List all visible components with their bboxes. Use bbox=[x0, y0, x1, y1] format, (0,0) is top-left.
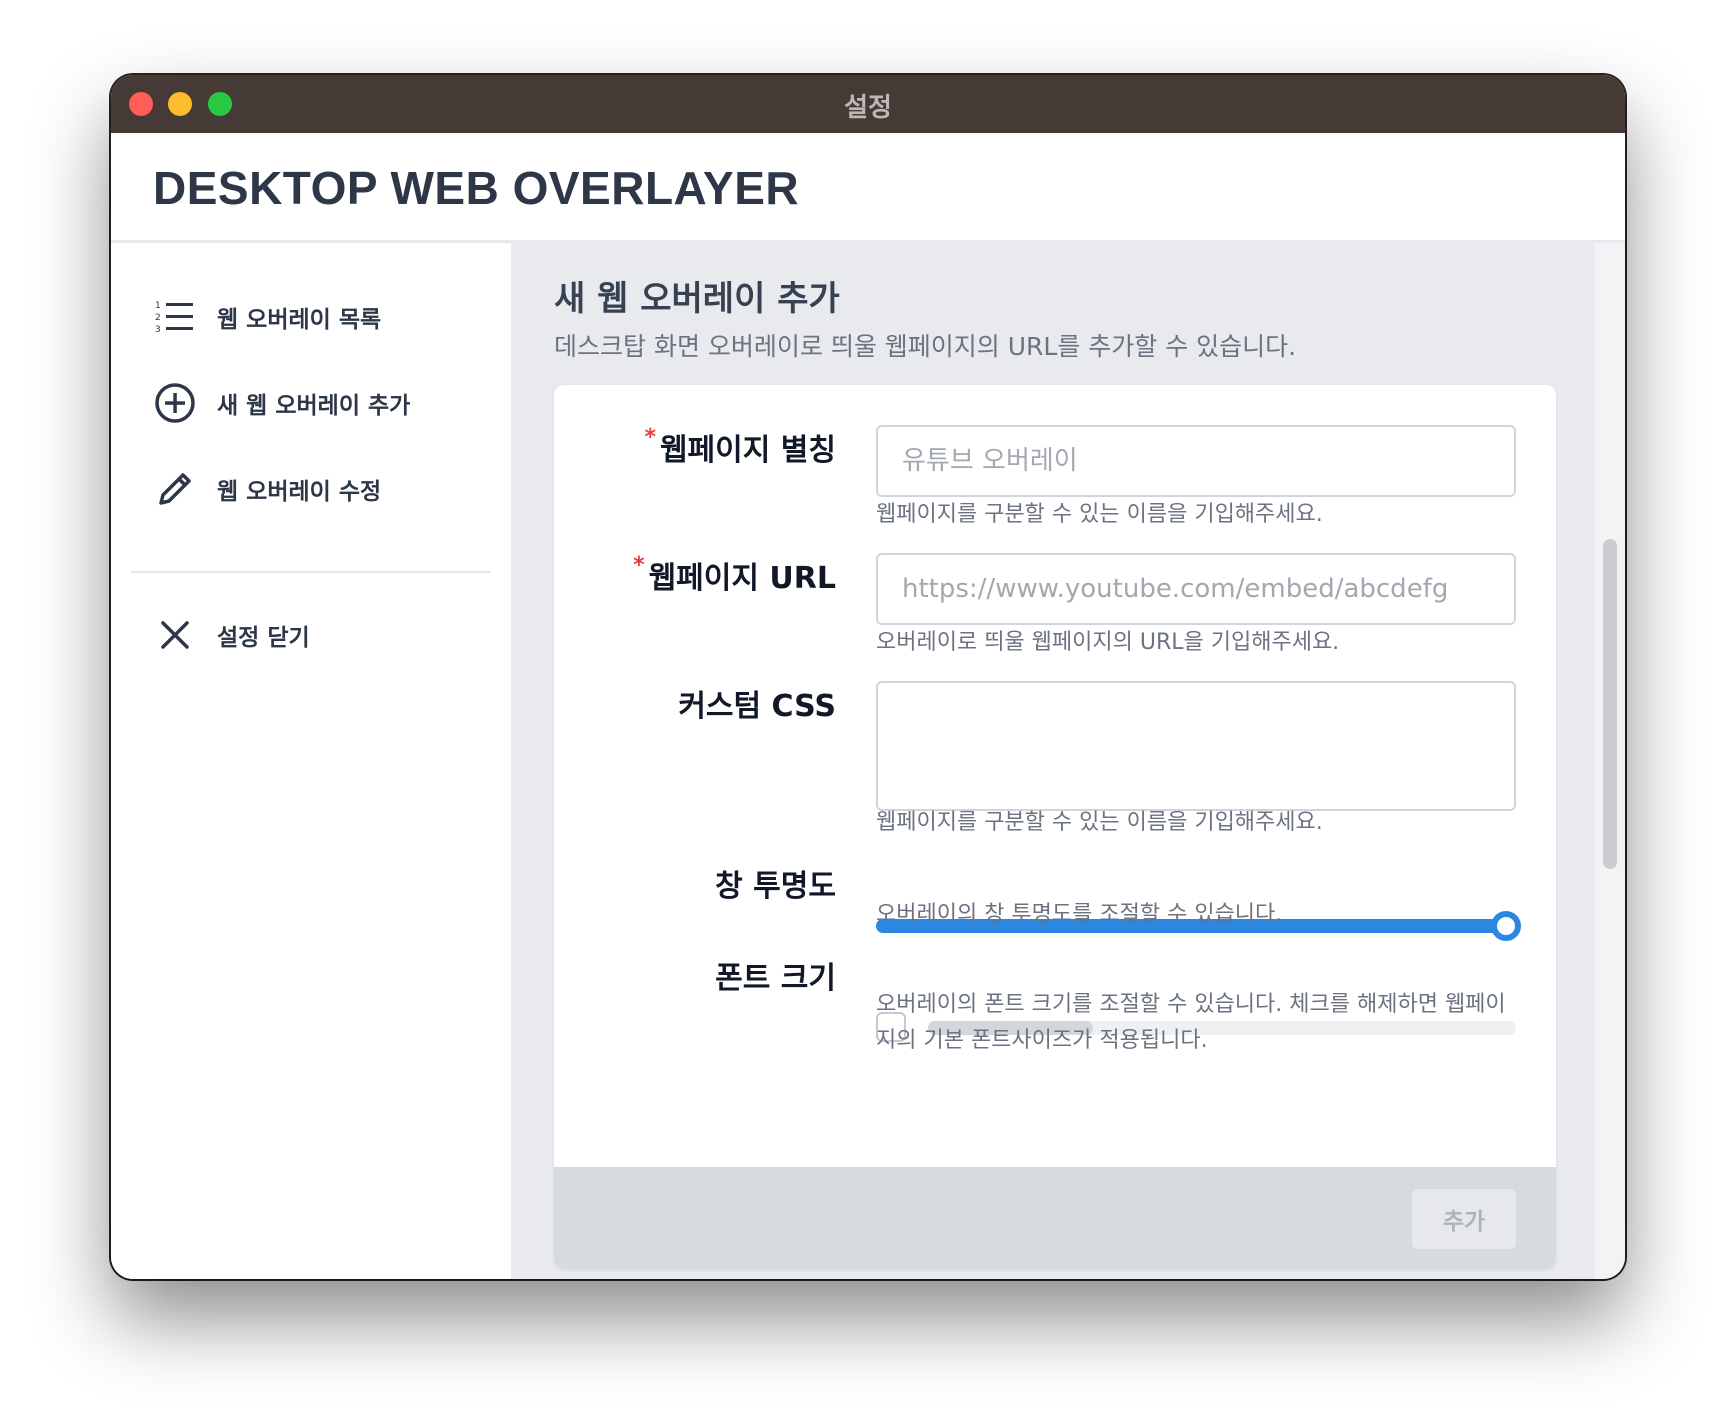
scrollbar-thumb[interactable] bbox=[1603, 539, 1617, 869]
scrollbar[interactable] bbox=[1595, 243, 1625, 1279]
alias-label: * 웹페이지 별칭 bbox=[644, 425, 836, 468]
sidebar-item-label: 웹 오버레이 목록 bbox=[217, 307, 382, 333]
opacity-label: 창 투명도 bbox=[715, 869, 836, 904]
pencil-icon bbox=[153, 467, 197, 511]
title-bar[interactable]: 설정 bbox=[111, 75, 1625, 133]
sidebar: 1 2 3 웹 오버레이 목록 새 웹 오버레이 추가 웹 오버레이 수정 설정… bbox=[111, 243, 511, 1279]
alias-input[interactable] bbox=[876, 425, 1516, 497]
custom-css-label: 커스텀 CSS bbox=[678, 689, 836, 724]
sidebar-item-overlay-list[interactable]: 1 2 3 웹 오버레이 목록 bbox=[153, 287, 493, 347]
add-overlay-form: *웹페이지 별칭 웹페이지를 구분할 수 있는 이름을 기입해주세요. *웹페이… bbox=[554, 385, 1556, 1269]
form-footer: 추가 bbox=[554, 1167, 1556, 1269]
sidebar-item-label: 설정 닫기 bbox=[217, 625, 310, 651]
settings-window: 설정 DESKTOP WEB OVERLAYER 1 2 3 웹 오버레이 목록 bbox=[111, 75, 1625, 1279]
app-brand: DESKTOP WEB OVERLAYER bbox=[153, 162, 800, 214]
svg-text:2: 2 bbox=[155, 313, 161, 323]
url-help: 오버레이로 띄울 웹페이지의 URL을 기입해주세요. bbox=[876, 630, 1340, 655]
url-label: * 웹페이지 URL bbox=[633, 553, 836, 596]
url-input[interactable] bbox=[876, 553, 1516, 625]
required-mark: * bbox=[644, 425, 656, 450]
font-size-label: 폰트 크기 bbox=[715, 961, 836, 996]
alias-help: 웹페이지를 구분할 수 있는 이름을 기입해주세요. bbox=[876, 502, 1323, 527]
custom-css-textarea[interactable] bbox=[876, 681, 1516, 811]
required-mark: * bbox=[633, 553, 645, 578]
sidebar-item-close-settings[interactable]: 설정 닫기 bbox=[153, 605, 493, 665]
opacity-help: 오버레이의 창 투명도를 조절할 수 있습니다. bbox=[876, 902, 1283, 927]
sidebar-item-label: 웹 오버레이 수정 bbox=[217, 479, 382, 505]
sidebar-item-label: 새 웹 오버레이 추가 bbox=[217, 393, 411, 419]
list-icon: 1 2 3 bbox=[153, 295, 197, 339]
close-icon bbox=[153, 613, 197, 657]
window-title: 설정 bbox=[844, 93, 892, 123]
add-button[interactable]: 추가 bbox=[1412, 1189, 1516, 1249]
plus-circle-icon bbox=[153, 381, 197, 425]
sidebar-item-edit-overlay[interactable]: 웹 오버레이 수정 bbox=[153, 459, 493, 519]
page-title: 새 웹 오버레이 추가 bbox=[554, 279, 840, 319]
font-size-help: 오버레이의 폰트 크기를 조절할 수 있습니다. 체크를 해제하면 웹페이지의 … bbox=[876, 992, 1506, 1053]
sidebar-divider bbox=[131, 571, 491, 573]
app-header: DESKTOP WEB OVERLAYER bbox=[111, 133, 1625, 243]
sidebar-item-add-overlay[interactable]: 새 웹 오버레이 추가 bbox=[153, 373, 493, 433]
main-content: 새 웹 오버레이 추가 데스크탑 화면 오버레이로 띄울 웹페이지의 URL를 … bbox=[511, 243, 1625, 1279]
svg-text:3: 3 bbox=[155, 325, 161, 335]
custom-css-help: 웹페이지를 구분할 수 있는 이름을 기입해주세요. bbox=[876, 810, 1323, 835]
svg-text:1: 1 bbox=[155, 301, 161, 311]
page-subtitle: 데스크탑 화면 오버레이로 띄울 웹페이지의 URL를 추가할 수 있습니다. bbox=[554, 332, 1297, 361]
